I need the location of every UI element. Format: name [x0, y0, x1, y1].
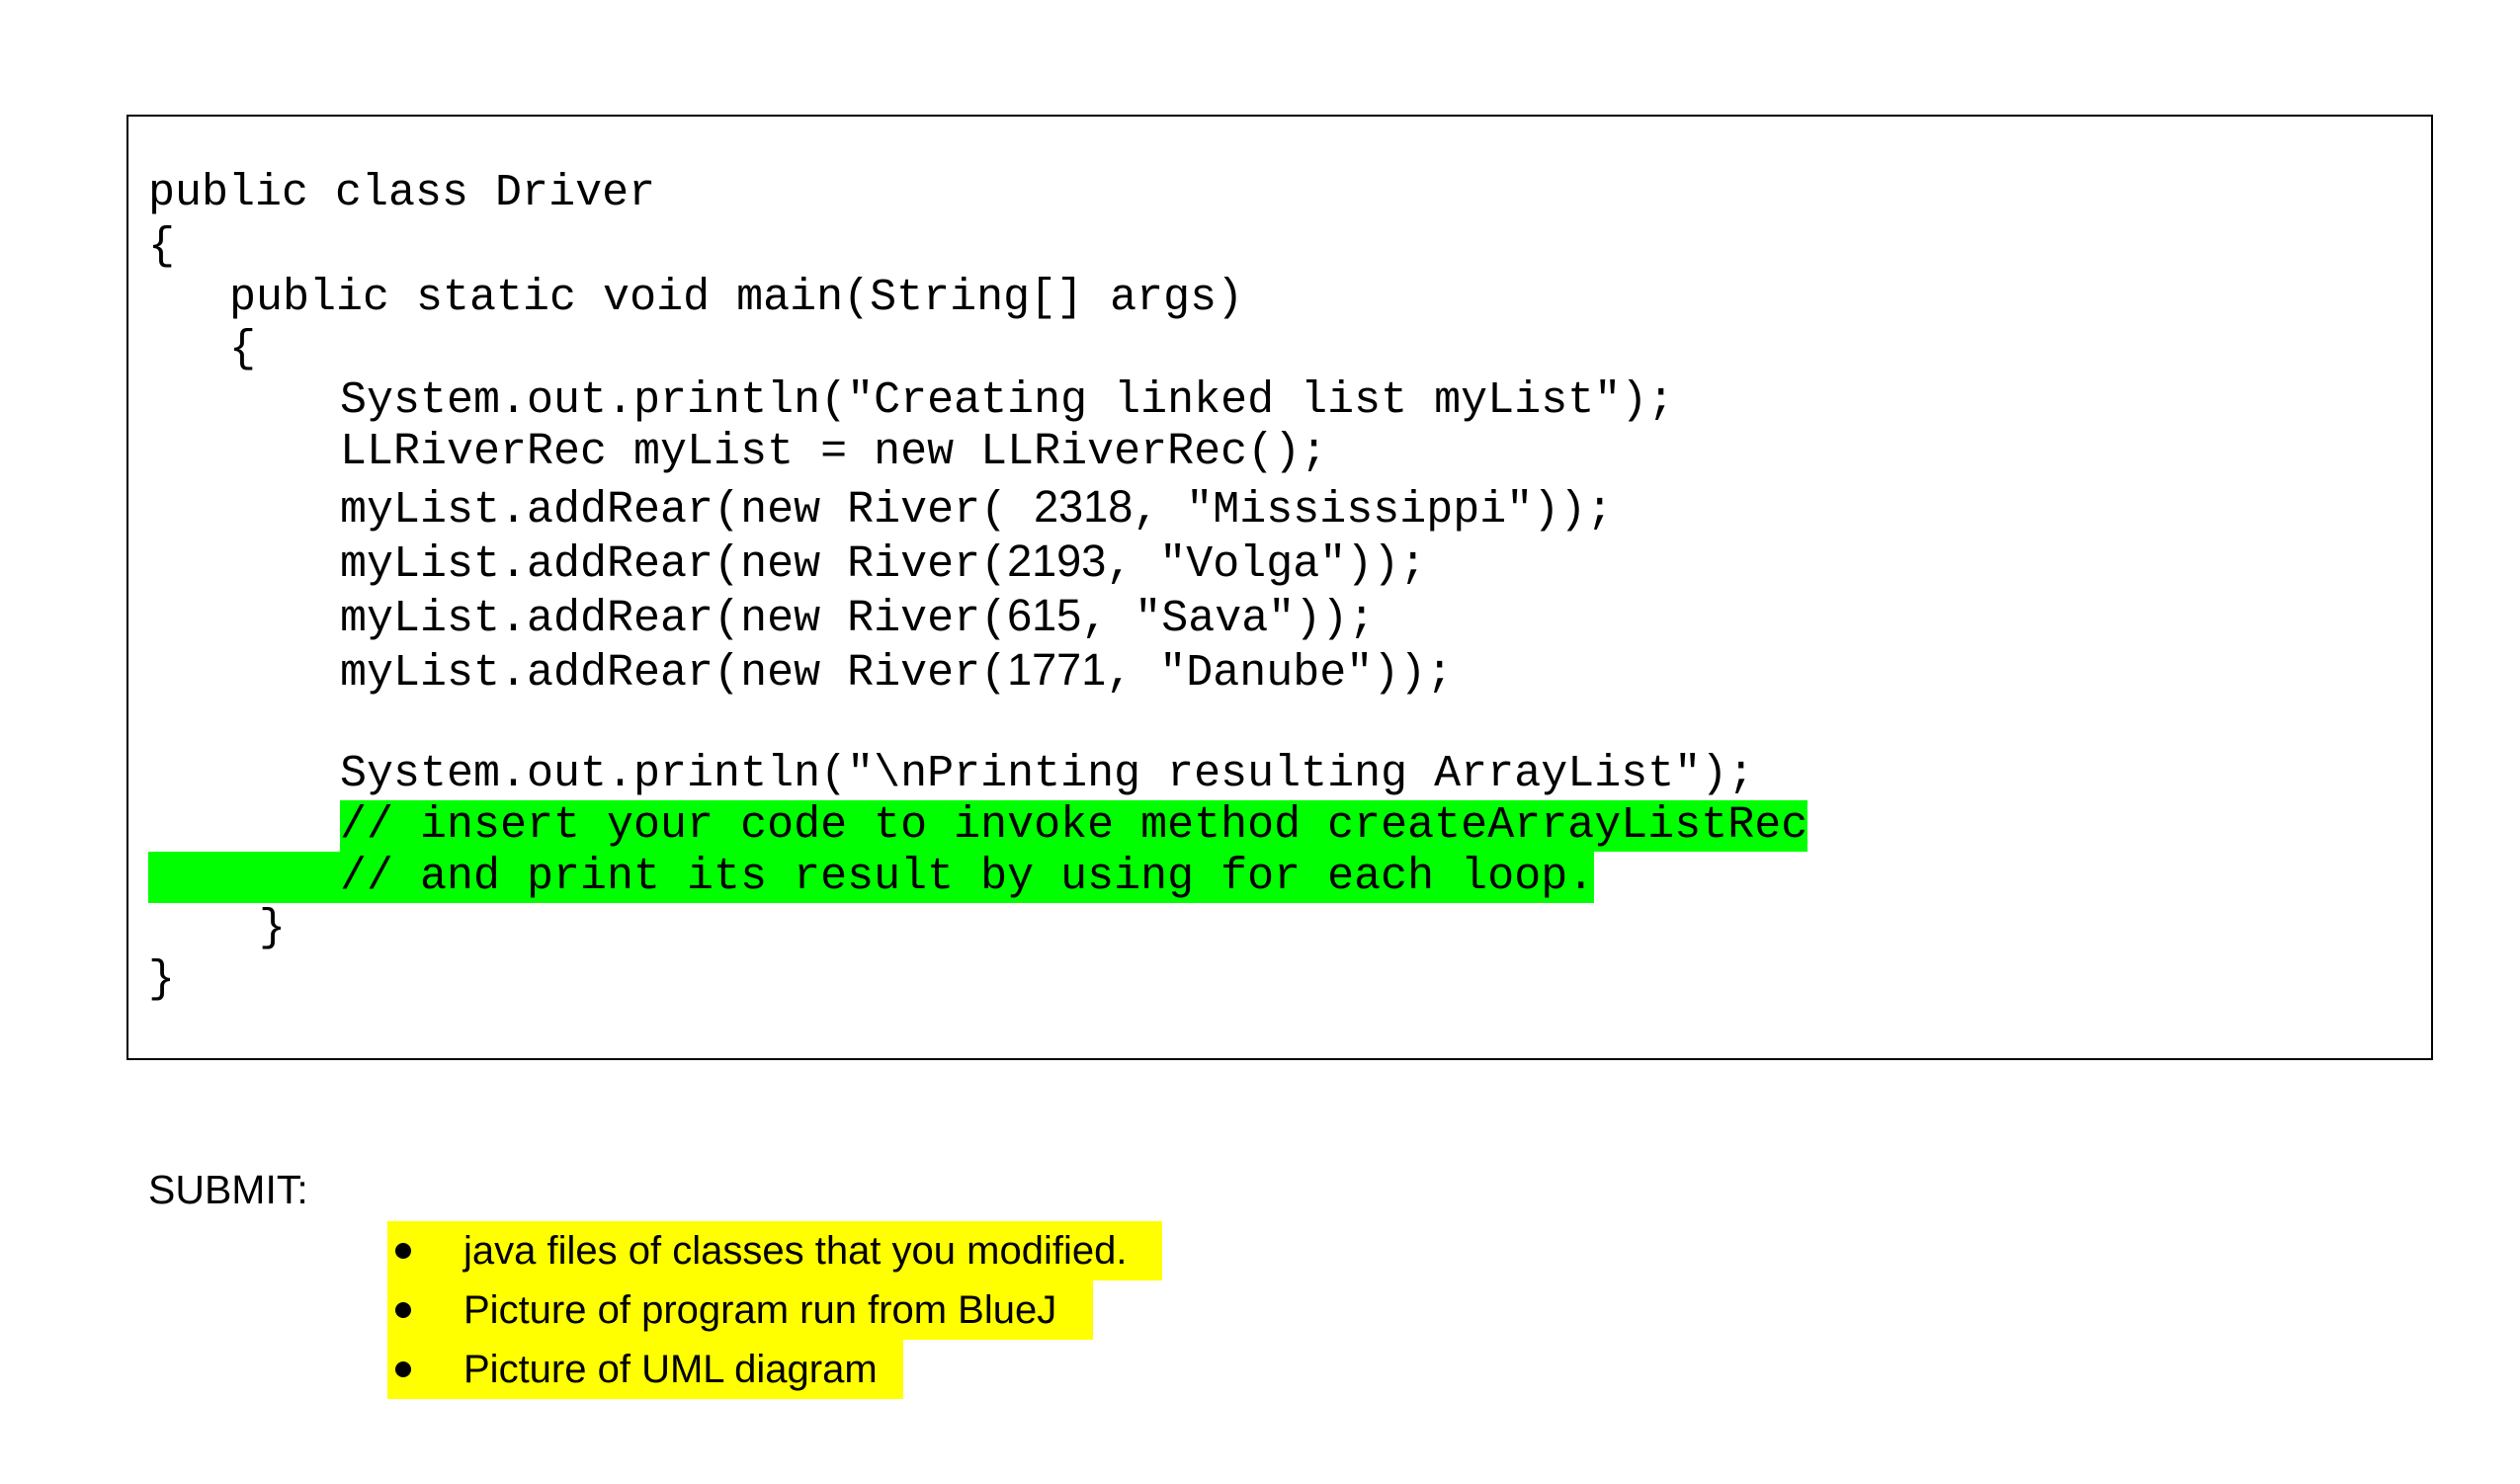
submit-list-item: java files of classes that you modified.: [387, 1221, 1162, 1280]
code-prefix: myList.addRear(new River(: [340, 485, 1035, 536]
submit-list-item: Picture of program run from BlueJ: [387, 1280, 1093, 1340]
code-suffix: , "Mississippi"));: [1133, 485, 1614, 536]
code-line-add-volga: myList.addRear(new River(2193, "Volga"))…: [340, 536, 1426, 591]
code-prefix: myList.addRear(new River(: [340, 594, 1008, 644]
submit-item-text: java files of classes that you modified.: [463, 1229, 1128, 1273]
code-line-print-resulting: System.out.println("\nPrinting resulting…: [340, 749, 1755, 799]
river-length: 2193: [1007, 536, 1107, 586]
code-comment-print: // and print its result by using for eac…: [340, 852, 1595, 903]
bullet-icon: [395, 1243, 411, 1259]
submit-item-text: Picture of program run from BlueJ: [463, 1288, 1057, 1332]
river-length: 1771: [1007, 644, 1107, 695]
code-line-class-declaration: public class Driver: [148, 168, 656, 218]
code-line-add-mississippi: myList.addRear(new River( 2318, "Mississ…: [340, 481, 1613, 536]
code-line-main-signature: public static void main(String[] args): [229, 273, 1244, 323]
bullet-icon: [395, 1302, 411, 1318]
river-length: 615: [1007, 590, 1082, 640]
submit-list-item: Picture of UML diagram: [387, 1340, 903, 1399]
submit-heading: SUBMIT:: [148, 1167, 308, 1212]
code-line-open-brace: {: [148, 221, 176, 272]
code-suffix: , "Danube"));: [1106, 648, 1454, 699]
bullet-icon: [395, 1361, 411, 1377]
code-comment-insert: // insert your code to invoke method cre…: [340, 800, 1808, 852]
code-suffix: , "Sava"));: [1081, 594, 1376, 644]
code-suffix: , "Volga"));: [1106, 539, 1427, 590]
code-prefix: myList.addRear(new River(: [340, 539, 1008, 590]
document-page: public class Driver { public static void…: [0, 0, 2520, 1484]
code-line-class-close-brace: }: [148, 954, 176, 1005]
code-line-new-list: LLRiverRec myList = new LLRiverRec();: [340, 427, 1328, 477]
code-line-main-close-brace: }: [259, 903, 287, 953]
code-line-print-creating: System.out.println("Creating linked list…: [340, 375, 1675, 426]
code-line-add-sava: myList.addRear(new River(615, "Sava"));: [340, 590, 1375, 645]
comment-highlight-band: [148, 852, 340, 903]
code-line-add-danube: myList.addRear(new River(1771, "Danube")…: [340, 644, 1453, 700]
code-prefix: myList.addRear(new River(: [340, 648, 1008, 699]
river-length: 2318: [1034, 481, 1134, 532]
submit-item-text: Picture of UML diagram: [463, 1348, 878, 1391]
code-line-main-open-brace: {: [229, 324, 257, 374]
